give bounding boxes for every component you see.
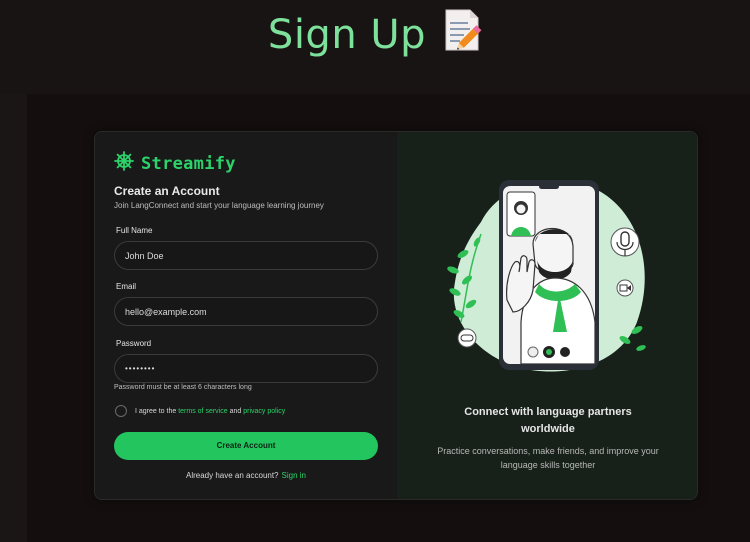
email-label: Email (116, 282, 137, 291)
signin-prompt: Already have an account? (186, 471, 279, 480)
terms-text: I agree to the terms of service and priv… (135, 408, 285, 415)
page-title: Sign Up (0, 8, 750, 62)
email-input[interactable] (114, 297, 378, 326)
terms-checkbox[interactable] (115, 405, 127, 417)
terms-and: and (229, 407, 242, 415)
signup-form: Streamify Create an Account Join LangCon… (95, 132, 397, 499)
password-hint: Password must be at least 6 characters l… (114, 384, 252, 391)
brand: Streamify (114, 151, 236, 176)
create-account-button[interactable]: Create Account (114, 432, 378, 460)
form-subheading: Join LangConnect and start your language… (114, 201, 324, 210)
form-heading: Create an Account (114, 184, 220, 198)
password-input[interactable] (114, 354, 378, 383)
terms-of-service-link[interactable]: terms of service (178, 408, 227, 415)
video-call-illustration (441, 172, 655, 383)
promo-title: Connect with language partners worldwide (464, 406, 632, 435)
password-label: Password (116, 339, 152, 348)
terms-agreement: I agree to the terms of service and priv… (115, 405, 285, 417)
ship-wheel-icon (114, 151, 134, 176)
page-title-text: Sign Up (267, 12, 427, 58)
terms-prefix: I agree to the (135, 407, 177, 415)
signin-row: Already have an account? Sign in (95, 471, 397, 480)
privacy-policy-link[interactable]: privacy policy (243, 408, 285, 415)
full-name-input[interactable] (114, 241, 378, 270)
signin-link[interactable]: Sign in (282, 471, 306, 480)
full-name-label: Full Name (116, 226, 153, 235)
signup-card: Streamify Create an Account Join LangCon… (94, 131, 698, 500)
promo-text: Practice conversations, make friends, an… (437, 446, 659, 470)
promo-panel: Connect with language partners worldwide… (397, 132, 697, 499)
memo-icon (442, 8, 482, 62)
brand-name: Streamify (141, 153, 236, 174)
